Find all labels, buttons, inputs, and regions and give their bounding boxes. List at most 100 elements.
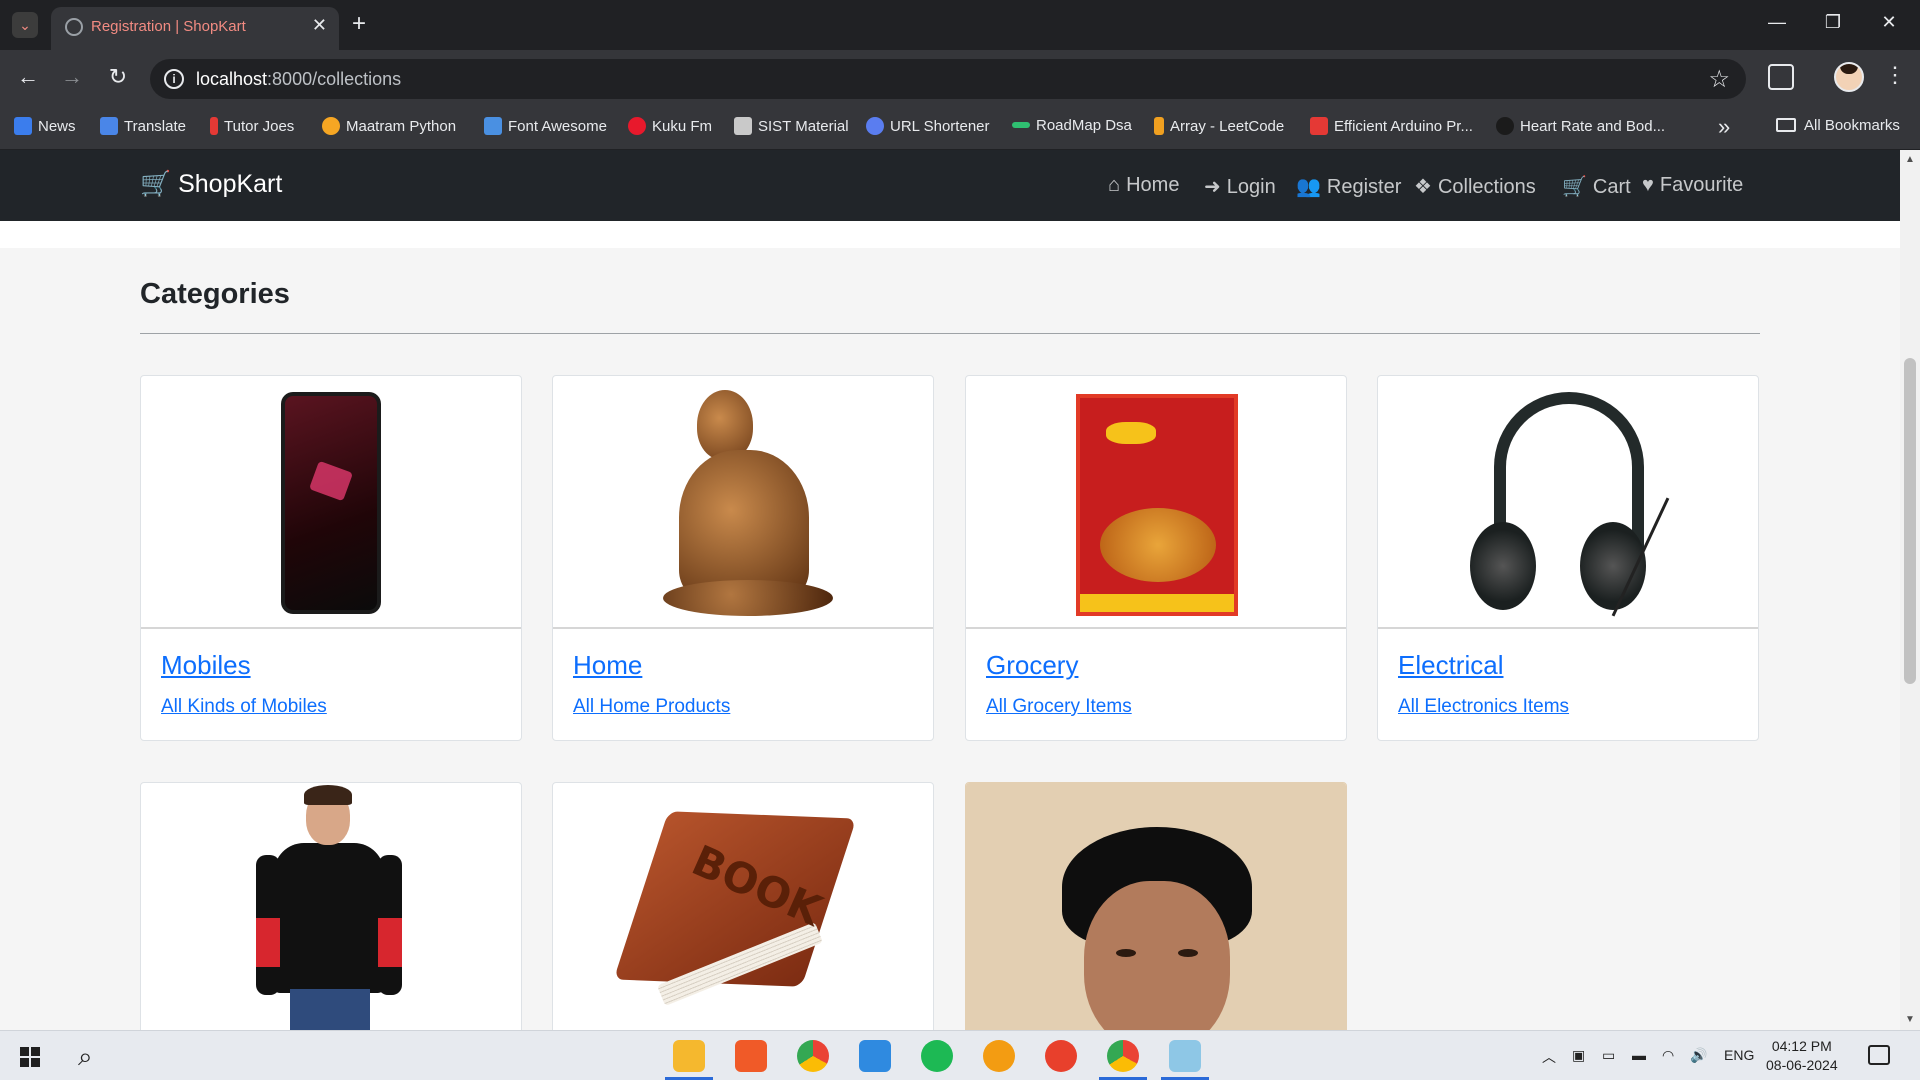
windows-taskbar: ⌕ ︿ ▣ ▭ ▬ ◠ 🔊 ENG 04:12 PM 08-06-2024 bbox=[0, 1030, 1920, 1080]
forward-button[interactable]: → bbox=[58, 64, 86, 90]
wifi-icon[interactable]: ◠ bbox=[1662, 1047, 1674, 1064]
buddha-statue-image[interactable] bbox=[553, 376, 933, 629]
bookmark-arduino-pdf[interactable]: Efficient Arduino Pr... bbox=[1310, 117, 1473, 135]
category-title[interactable]: Mobiles bbox=[161, 650, 251, 681]
search-app-icon[interactable] bbox=[983, 1040, 1015, 1072]
bookmarks-bar: News Translate Tutor Joes Maatram Python… bbox=[0, 106, 1920, 150]
category-title[interactable]: Electrical bbox=[1398, 650, 1503, 681]
heart-icon: ♥ bbox=[1642, 174, 1654, 196]
tutorjoes-icon bbox=[210, 117, 218, 135]
globe-icon bbox=[65, 18, 83, 36]
bookmark-maatram-python[interactable]: Maatram Python bbox=[322, 117, 456, 135]
extensions-icon[interactable] bbox=[1768, 64, 1794, 90]
infinity-icon bbox=[322, 117, 340, 135]
back-button[interactable]: ← bbox=[14, 64, 42, 90]
tab-search-button[interactable]: ⌄ bbox=[12, 12, 38, 38]
more-bookmarks-icon[interactable]: » bbox=[1718, 114, 1730, 140]
chrome-icon[interactable] bbox=[797, 1040, 829, 1072]
headphones-image[interactable] bbox=[1378, 376, 1758, 629]
nav-register[interactable]: 👥 Register bbox=[1296, 174, 1401, 199]
scroll-down-icon[interactable]: ▼ bbox=[1905, 1014, 1915, 1025]
brand-link[interactable]: 🛒 ShopKart bbox=[140, 170, 282, 199]
scrollbar-thumb[interactable] bbox=[1904, 358, 1916, 684]
browser-tab[interactable]: Registration | ShopKart ✕ bbox=[51, 7, 339, 50]
translate-icon bbox=[100, 117, 118, 135]
bookmark-leetcode[interactable]: Array - LeetCode bbox=[1154, 117, 1284, 135]
category-card-portrait bbox=[965, 782, 1347, 1030]
battery-icon[interactable]: ▬ bbox=[1632, 1047, 1646, 1063]
bookmark-url-shortener[interactable]: URL Shortener bbox=[866, 117, 990, 135]
spotify-icon[interactable] bbox=[921, 1040, 953, 1072]
windows-start-icon[interactable] bbox=[20, 1047, 40, 1067]
category-subtitle[interactable]: All Kinds of Mobiles bbox=[161, 696, 327, 718]
address-bar[interactable]: i localhost:8000/collections ☆ bbox=[150, 59, 1746, 99]
divider bbox=[140, 333, 1760, 334]
site-navbar: 🛒 ShopKart ⌂ Home ➜ Login 👥 Register ❖ Colle… bbox=[0, 150, 1900, 221]
wps-office-icon[interactable] bbox=[1045, 1040, 1077, 1072]
nav-collections[interactable]: ❖ Collections bbox=[1414, 174, 1536, 199]
language-indicator[interactable]: ENG bbox=[1724, 1047, 1754, 1063]
profile-avatar[interactable] bbox=[1834, 62, 1864, 92]
window-close-button[interactable]: ✕ bbox=[1874, 12, 1904, 33]
close-icon[interactable]: ✕ bbox=[312, 15, 327, 36]
category-title[interactable]: Home bbox=[573, 650, 642, 681]
category-subtitle[interactable]: All Electronics Items bbox=[1398, 696, 1569, 718]
maggi-noodles-image[interactable] bbox=[966, 376, 1346, 629]
sist-icon bbox=[734, 117, 752, 135]
leetcode-icon bbox=[1154, 117, 1164, 135]
mobile-phone-image[interactable] bbox=[141, 376, 521, 629]
minimize-button[interactable]: — bbox=[1762, 12, 1792, 33]
browser-toolbar: ← → ↻ i localhost:8000/collections ☆ ⋮ bbox=[0, 50, 1920, 106]
bookmark-sist-material[interactable]: SIST Material bbox=[734, 117, 849, 135]
new-tab-button[interactable]: + bbox=[352, 10, 366, 38]
bookmark-news[interactable]: News bbox=[14, 117, 76, 135]
bookmark-kuku-fm[interactable]: Kuku Fm bbox=[628, 117, 712, 135]
page-scrollbar[interactable]: ▲ ▼ bbox=[1900, 150, 1920, 1030]
nav-favourite[interactable]: ♥ Favourite bbox=[1642, 174, 1743, 197]
nav-cart[interactable]: 🛒 Cart bbox=[1562, 174, 1631, 199]
restore-button[interactable]: ❐ bbox=[1818, 12, 1848, 33]
chrome-profile-icon[interactable] bbox=[1099, 1040, 1147, 1080]
portrait-image[interactable] bbox=[966, 783, 1346, 1030]
volume-icon[interactable]: 🔊 bbox=[1690, 1047, 1707, 1064]
tray-chevron-icon[interactable]: ︿ bbox=[1542, 1047, 1556, 1067]
login-icon: ➜ bbox=[1204, 176, 1221, 198]
display-icon[interactable]: ▭ bbox=[1602, 1047, 1615, 1064]
search-icon[interactable]: ⌕ bbox=[78, 1041, 93, 1073]
menu-kebab-icon[interactable]: ⋮ bbox=[1884, 62, 1906, 88]
category-card-mobiles: Mobiles All Kinds of Mobiles bbox=[140, 375, 522, 741]
bookmark-star-icon[interactable]: ☆ bbox=[1708, 65, 1730, 94]
category-card-clothing bbox=[140, 782, 522, 1030]
system-clock[interactable]: 04:12 PM 08-06-2024 bbox=[1766, 1037, 1838, 1075]
scroll-up-icon[interactable]: ▲ bbox=[1905, 154, 1915, 165]
book-image[interactable]: BOOK bbox=[553, 783, 933, 1030]
pdf-reader-icon[interactable] bbox=[735, 1040, 767, 1072]
file-explorer-icon[interactable] bbox=[665, 1040, 713, 1080]
category-title[interactable]: Grocery bbox=[986, 650, 1078, 681]
category-subtitle[interactable]: All Home Products bbox=[573, 696, 730, 718]
category-subtitle[interactable]: All Grocery Items bbox=[986, 696, 1132, 718]
meet-icon[interactable]: ▣ bbox=[1572, 1047, 1585, 1064]
users-icon: 👥 bbox=[1296, 176, 1321, 198]
bookmark-translate[interactable]: Translate bbox=[100, 117, 186, 135]
clock-date: 08-06-2024 bbox=[1766, 1057, 1838, 1073]
nav-home[interactable]: ⌂ Home bbox=[1108, 174, 1179, 197]
bookmark-heart-rate[interactable]: Heart Rate and Bod... bbox=[1496, 117, 1665, 135]
flag-icon bbox=[484, 117, 502, 135]
nav-login[interactable]: ➜ Login bbox=[1204, 174, 1276, 199]
category-card-books: BOOK bbox=[552, 782, 934, 1030]
url-text[interactable]: localhost:8000/collections bbox=[196, 69, 401, 90]
heart-rate-icon bbox=[1496, 117, 1514, 135]
vscode-icon[interactable] bbox=[859, 1040, 891, 1072]
all-bookmarks-button[interactable]: All Bookmarks bbox=[1776, 117, 1900, 134]
news-icon bbox=[14, 117, 32, 135]
cart-icon: 🛒 bbox=[140, 170, 172, 198]
reload-button[interactable]: ↻ bbox=[104, 64, 132, 90]
bookmark-tutor-joes[interactable]: Tutor Joes bbox=[210, 117, 294, 135]
notepad-icon[interactable] bbox=[1161, 1040, 1209, 1080]
site-info-icon[interactable]: i bbox=[164, 69, 184, 89]
notification-icon[interactable] bbox=[1868, 1045, 1890, 1065]
bookmark-font-awesome[interactable]: Font Awesome bbox=[484, 117, 607, 135]
bookmark-roadmap-dsa[interactable]: RoadMap Dsa bbox=[1012, 117, 1132, 134]
hoodie-image[interactable] bbox=[141, 783, 521, 1030]
